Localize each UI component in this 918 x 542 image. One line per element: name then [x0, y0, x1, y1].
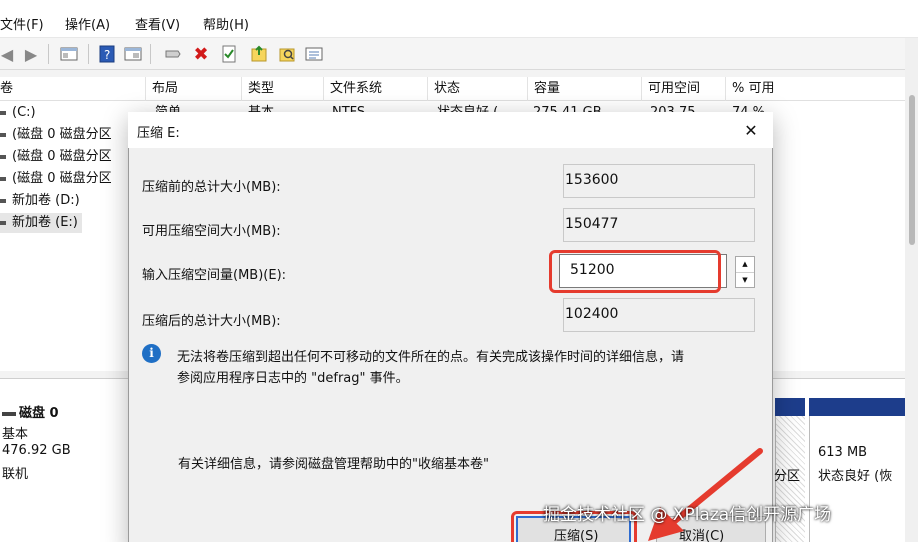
shrink-amount-label: 输入压缩空间量(MB)(E): — [142, 268, 287, 283]
partition-size: 613 MB — [818, 445, 868, 460]
svg-text:?: ? — [104, 48, 110, 62]
volume-icon — [0, 220, 6, 225]
partition-header-bar — [809, 398, 905, 416]
list-item[interactable]: (磁盘 0 磁盘分区 — [0, 147, 112, 167]
info-icon: i — [142, 344, 161, 363]
list-item[interactable]: (磁盘 0 磁盘分区 — [0, 169, 112, 189]
column-percent-free[interactable]: % 可用 — [726, 77, 905, 101]
menu-file[interactable]: 文件(F) — [0, 14, 44, 33]
disk-size: 476.92 GB — [2, 443, 71, 458]
column-filesystem[interactable]: 文件系统 — [324, 77, 428, 101]
list-item[interactable]: (磁盘 0 磁盘分区 — [0, 125, 112, 145]
list-item[interactable]: 新加卷 (D:) — [0, 191, 80, 211]
stepper-down-icon[interactable]: ▼ — [736, 272, 754, 287]
connect-disk-icon[interactable] — [162, 43, 184, 65]
total-before-label: 压缩前的总计大小(MB): — [142, 180, 281, 195]
dialog-titlebar[interactable] — [128, 112, 773, 148]
detail-help-text: 有关详细信息，请参阅磁盘管理帮助中的"收缩基本卷" — [178, 457, 489, 472]
help-icon[interactable]: ? — [96, 43, 118, 65]
volume-icon — [0, 176, 6, 181]
back-icon[interactable]: ◀ — [0, 43, 18, 65]
row-filesystem: NTFS — [332, 103, 365, 112]
row-free: 203.75 — [650, 103, 696, 112]
partition-header-bar — [775, 398, 805, 416]
list-item-selected[interactable]: 新加卷 (E:) — [0, 213, 82, 233]
info-text-line1: 无法将卷压缩到超出任何不可移动的文件所在的点。有关完成该操作时间的详细信息，请 — [177, 350, 685, 365]
toolbar-separator — [48, 44, 49, 64]
scrollbar-thumb[interactable] — [909, 95, 915, 245]
disk-state: 联机 — [2, 467, 29, 482]
row-status: 状态良好 ( — [437, 103, 498, 112]
toolbar: ◀ ▶ ? ✖ — [0, 38, 918, 70]
available-shrink-label: 可用压缩空间大小(MB): — [142, 224, 281, 239]
volume-icon — [0, 198, 6, 203]
disk-label[interactable]: 磁盘 0 — [2, 402, 59, 421]
partition-status: 状态良好 (恢 — [818, 469, 893, 484]
arrow-annotation-icon — [648, 448, 763, 541]
column-type[interactable]: 类型 — [242, 77, 324, 101]
row-type: 基本 — [248, 103, 274, 112]
close-icon[interactable]: ✕ — [740, 120, 762, 142]
total-after-label: 压缩后的总计大小(MB): — [142, 314, 281, 329]
menu-action[interactable]: 操作(A) — [65, 14, 110, 33]
list-icon[interactable] — [303, 43, 325, 65]
volume-icon — [0, 132, 6, 137]
row-capacity: 275.41 GB — [533, 103, 602, 112]
column-free-space[interactable]: 可用空间 — [642, 77, 726, 101]
column-status[interactable]: 状态 — [428, 77, 528, 101]
column-volume[interactable]: 卷 — [0, 77, 146, 101]
toolbar-separator — [88, 44, 89, 64]
info-text-line2: 参阅应用程序日志中的 "defrag" 事件。 — [177, 371, 409, 386]
volume-list-header: 卷 布局 类型 文件系统 状态 容量 可用空间 % 可用 — [0, 77, 905, 101]
total-after-value: 102400 — [563, 298, 755, 332]
available-shrink-value: 150477 — [563, 208, 755, 242]
forward-icon[interactable]: ▶ — [20, 43, 42, 65]
total-before-value: 153600 — [563, 164, 755, 198]
menu-view[interactable]: 查看(V) — [135, 14, 180, 33]
watermark: 掘金技术社区 @ XPlaza信创开源广场 — [543, 505, 832, 525]
disk-type: 基本 — [2, 427, 29, 442]
list-item[interactable]: (C:) — [0, 103, 36, 123]
stepper-up-icon[interactable]: ▲ — [736, 257, 754, 272]
column-layout[interactable]: 布局 — [146, 77, 242, 101]
toolbar-separator — [150, 44, 151, 64]
volume-icon — [0, 110, 6, 115]
menu-help[interactable]: 帮助(H) — [203, 14, 249, 33]
search-icon[interactable] — [276, 43, 298, 65]
disk-icon — [2, 411, 16, 416]
row-percent: 74 % — [732, 103, 765, 112]
volume-icon — [0, 154, 6, 159]
open-folder-icon[interactable] — [248, 43, 270, 65]
properties-icon[interactable] — [122, 43, 144, 65]
menu-bar: 文件(F) 操作(A) 查看(V) 帮助(H) — [0, 0, 918, 38]
console-tree-icon[interactable] — [58, 43, 80, 65]
row-layout: 简单 — [155, 103, 181, 112]
dialog-title: 压缩 E: — [137, 126, 180, 141]
input-highlight-annotation — [549, 250, 721, 293]
checklist-icon[interactable] — [218, 43, 240, 65]
delete-icon[interactable]: ✖ — [190, 43, 212, 65]
column-capacity[interactable]: 容量 — [528, 77, 642, 101]
partition-label: 分区 — [774, 469, 801, 484]
